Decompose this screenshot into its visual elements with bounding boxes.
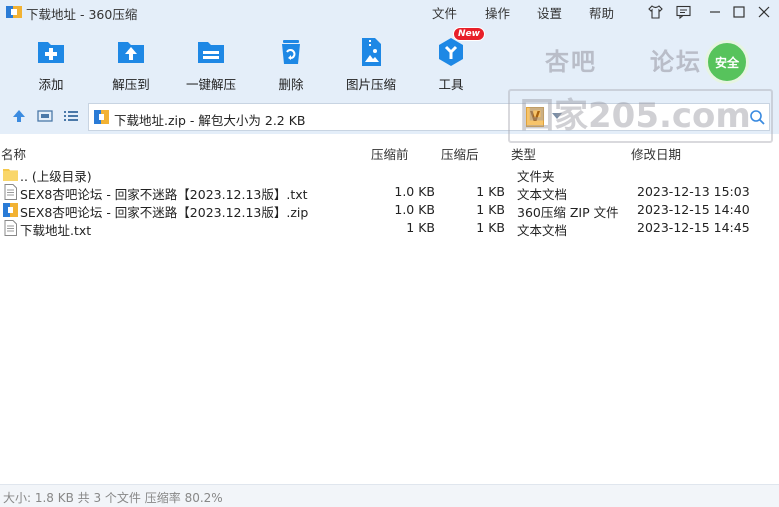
extract-to-button[interactable]: 解压到 — [95, 34, 167, 94]
column-name[interactable]: 名称 — [1, 144, 26, 163]
file-modified: 2023-12-15 14:45 — [637, 220, 750, 235]
file-size-before: 1.0 KB — [394, 202, 435, 217]
column-modified[interactable]: 修改日期 — [631, 144, 681, 163]
maximize-icon — [733, 6, 745, 18]
extract-to-label: 解压到 — [112, 77, 150, 92]
menu-settings[interactable]: 设置 — [537, 3, 562, 22]
address-bar[interactable]: 下载地址.zip - 解包大小为 2.2 KB V — [88, 103, 770, 131]
safe-label: 安全 — [714, 55, 739, 70]
minimize-icon — [710, 11, 720, 13]
file-size-after: 1 KB — [476, 184, 505, 199]
list-item[interactable]: 下载地址.txt 1 KB 1 KB 文本文档 2023-12-15 14:45 — [0, 219, 779, 238]
list-view-icon[interactable] — [63, 108, 79, 124]
add-button[interactable]: 添加 — [15, 34, 87, 94]
app-logo-icon — [6, 6, 22, 18]
menu-operation[interactable]: 操作 — [485, 3, 510, 22]
folder-icon — [3, 169, 18, 181]
file-modified: 2023-12-15 14:40 — [637, 202, 750, 217]
minimize-button[interactable] — [706, 3, 724, 21]
file-size-after: 1 KB — [476, 202, 505, 217]
file-size-before: 1 KB — [406, 220, 435, 235]
thumbnail-view-icon[interactable] — [37, 108, 53, 124]
skin-button[interactable] — [646, 3, 664, 21]
list-item[interactable]: .. (上级目录) 文件夹 — [0, 165, 779, 184]
address-path: 下载地址.zip - 解包大小为 2.2 KB — [114, 113, 306, 128]
title-bar: 下载地址 - 360压缩 文件 操作 设置 帮助 — [0, 0, 779, 24]
menu-file[interactable]: 文件 — [432, 3, 457, 22]
delete-icon — [282, 40, 300, 64]
watermark-text-1: 杏吧 — [545, 48, 597, 76]
menu-help[interactable]: 帮助 — [589, 3, 614, 22]
file-modified: 2023-12-13 15:03 — [637, 184, 750, 199]
list-header: 名称 压缩前 压缩后 类型 修改日期 — [0, 141, 779, 163]
file-type: 文本文档 — [517, 223, 568, 238]
top-area: 下载地址 - 360压缩 文件 操作 设置 帮助 杏吧 论坛 添加 解压到 一键… — [0, 0, 779, 134]
add-icon — [38, 42, 64, 63]
zip-file-icon — [3, 203, 18, 217]
close-button[interactable] — [755, 3, 773, 21]
image-compress-icon — [362, 38, 381, 66]
new-badge: New — [453, 27, 485, 41]
zip-archive-icon — [94, 110, 109, 124]
message-icon — [675, 5, 691, 19]
feedback-button[interactable] — [674, 3, 692, 21]
tools-button[interactable]: New 工具 — [415, 27, 487, 94]
column-after-size[interactable]: 压缩后 — [441, 144, 479, 163]
delete-button[interactable]: 删除 — [255, 34, 327, 94]
file-name: 下载地址.txt — [20, 223, 92, 238]
tools-label: 工具 — [438, 77, 464, 92]
file-size-before: 1.0 KB — [394, 184, 435, 199]
watermark-text-2: 论坛 — [650, 48, 702, 76]
file-size-after: 1 KB — [476, 220, 505, 235]
shirt-icon — [647, 5, 663, 19]
v-button[interactable]: V — [526, 107, 544, 127]
delete-label: 删除 — [278, 77, 304, 92]
text-file-icon — [4, 184, 17, 200]
address-dropdown-icon[interactable] — [552, 113, 562, 119]
image-compress-button[interactable]: 图片压缩 — [335, 34, 407, 94]
list-item[interactable]: SEX8杏吧论坛 - 回家不迷路【2023.12.13版】.zip 1.0 KB… — [0, 201, 779, 220]
one-click-extract-label: 一键解压 — [185, 77, 236, 92]
list-item[interactable]: SEX8杏吧论坛 - 回家不迷路【2023.12.13版】.txt 1.0 KB… — [0, 183, 779, 202]
add-button-label: 添加 — [38, 77, 64, 92]
window-title: 下载地址 - 360压缩 — [26, 7, 138, 22]
one-click-extract-icon — [198, 42, 224, 63]
up-arrow-icon[interactable] — [11, 108, 27, 124]
close-icon — [758, 6, 770, 18]
status-bar: 大小: 1.8 KB 共 3 个文件 压缩率 80.2% — [0, 484, 779, 507]
column-before-size[interactable]: 压缩前 — [371, 144, 409, 163]
one-click-extract-button[interactable]: 一键解压 — [175, 34, 247, 94]
maximize-button[interactable] — [730, 3, 748, 21]
text-file-icon — [4, 220, 17, 236]
image-compress-label: 图片压缩 — [345, 77, 396, 92]
v-label: V — [529, 109, 541, 125]
status-text: 大小: 1.8 KB 共 3 个文件 压缩率 80.2% — [3, 491, 223, 505]
security-status-badge[interactable]: 安全 — [705, 40, 749, 84]
column-type[interactable]: 类型 — [511, 144, 536, 163]
extract-to-icon — [118, 42, 144, 63]
search-icon[interactable] — [749, 109, 765, 125]
